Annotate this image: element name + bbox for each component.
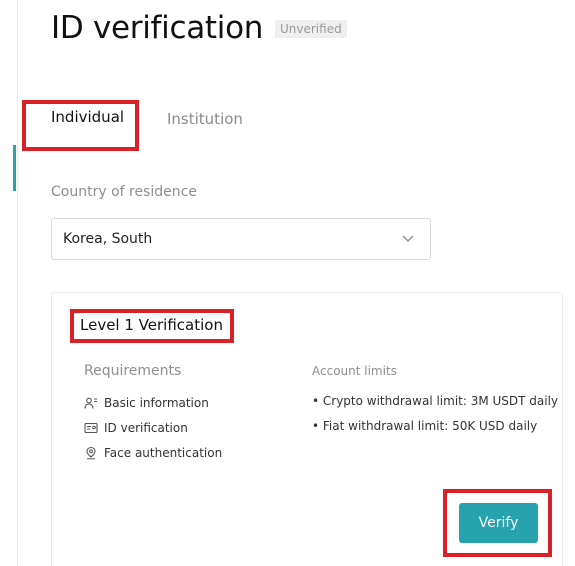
country-select-value: Korea, South (63, 231, 153, 247)
requirement-label: Basic information (104, 396, 209, 410)
chevron-down-icon (400, 230, 416, 246)
requirement-id-verification: ID verification (84, 420, 188, 436)
verify-button[interactable]: Verify (459, 503, 538, 543)
id-card-icon (84, 421, 98, 435)
requirement-label: Face authentication (104, 446, 223, 460)
level1-title: Level 1 Verification (80, 316, 223, 334)
limit-fiat-withdrawal: • Fiat withdrawal limit: 50K USD daily (312, 419, 538, 433)
requirement-face-auth: Face authentication (84, 445, 222, 461)
country-label: Country of residence (51, 184, 197, 200)
user-info-icon (84, 396, 98, 410)
requirement-label: ID verification (104, 421, 188, 435)
left-rail (17, 0, 18, 566)
account-limits-heading: Account limits (312, 364, 397, 378)
tab-institution[interactable]: Institution (167, 110, 243, 128)
status-badge: Unverified (275, 20, 347, 38)
requirements-heading: Requirements (84, 363, 182, 379)
rail-active-indicator (13, 145, 16, 191)
page-title: ID verification (51, 10, 264, 46)
requirement-basic-info: Basic information (84, 395, 209, 411)
tab-individual[interactable]: Individual (51, 108, 124, 126)
country-select[interactable]: Korea, South (51, 218, 431, 260)
limit-crypto-withdrawal: • Crypto withdrawal limit: 3M USDT daily (312, 394, 559, 408)
face-location-icon (84, 446, 98, 460)
